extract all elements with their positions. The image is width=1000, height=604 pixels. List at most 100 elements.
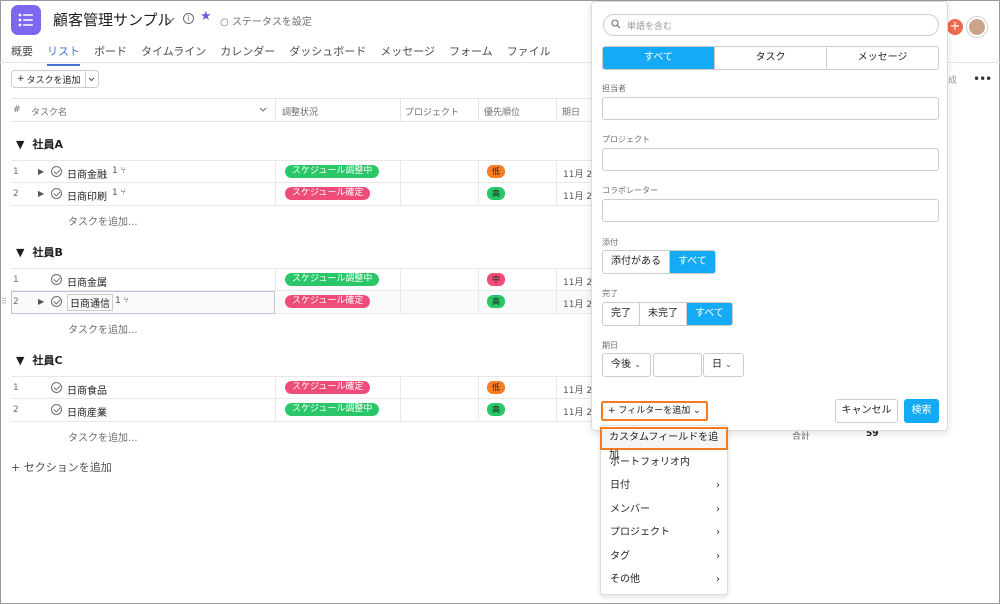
completion-done[interactable]: 完了 bbox=[603, 303, 639, 325]
task-name[interactable]: 日商印刷 bbox=[67, 188, 107, 203]
col-project[interactable]: プロジェクト bbox=[405, 105, 459, 118]
add-section-button[interactable]: + セクションを追加 bbox=[11, 459, 112, 475]
more-options-icon[interactable]: ••• bbox=[973, 72, 992, 86]
cancel-button[interactable]: キャンセル bbox=[835, 399, 898, 423]
caret-down-icon[interactable]: ▼ bbox=[16, 246, 24, 259]
menu-item-members[interactable]: メンバー › bbox=[601, 499, 727, 521]
add-filter-label: フィルターを追加 bbox=[618, 406, 691, 416]
priority-badge[interactable]: 低 bbox=[487, 165, 505, 178]
search-button[interactable]: 検索 bbox=[904, 399, 939, 423]
menu-item-portfolio[interactable]: ポートフォリオ内 bbox=[601, 452, 727, 474]
due-unit-select[interactable]: 日 ⌄ bbox=[703, 353, 744, 377]
search-icon bbox=[611, 18, 621, 32]
priority-badge[interactable]: 高 bbox=[487, 403, 505, 416]
assignee-field[interactable] bbox=[602, 97, 939, 120]
search-input[interactable]: 単語を含む bbox=[603, 14, 939, 36]
task-name[interactable]: 日商食品 bbox=[67, 382, 107, 397]
menu-item-tag[interactable]: タグ › bbox=[601, 546, 727, 568]
add-task-inline[interactable]: タスクを追加... bbox=[68, 429, 138, 444]
col-task-name[interactable]: タスク名 bbox=[31, 105, 67, 118]
expand-icon[interactable]: ▶ bbox=[38, 167, 44, 176]
task-name[interactable]: 日商金属 bbox=[67, 274, 107, 289]
status-badge[interactable]: スケジュール確定 bbox=[285, 187, 371, 200]
subtask-count: 1 ⑂ bbox=[115, 296, 129, 306]
row-number: 2 bbox=[13, 405, 19, 415]
add-plus-icon[interactable]: + bbox=[947, 19, 963, 35]
advanced-search-panel: 単語を含む すべて タスク メッセージ 担当者 プロジェクト コラボレーター 添… bbox=[591, 1, 948, 431]
due-range-select[interactable]: 今後 ⌄ bbox=[602, 353, 651, 377]
priority-badge[interactable]: 高 bbox=[487, 187, 505, 200]
completion-toggle: 完了 未完了 すべて bbox=[602, 302, 733, 326]
attachment-has[interactable]: 添付がある bbox=[603, 251, 669, 273]
col-due[interactable]: 期日 bbox=[562, 105, 580, 118]
complete-check-icon[interactable] bbox=[51, 296, 62, 307]
complete-check-icon[interactable] bbox=[51, 274, 62, 285]
status-badge[interactable]: スケジュール調整中 bbox=[285, 403, 380, 416]
completion-all[interactable]: すべて bbox=[686, 303, 732, 325]
set-status-button[interactable]: ○ ステータスを設定 bbox=[220, 13, 312, 28]
task-name[interactable]: 日商通信 bbox=[67, 294, 113, 311]
priority-badge[interactable]: 高 bbox=[487, 295, 505, 308]
tab-all[interactable]: すべて bbox=[603, 47, 714, 69]
tab-messages[interactable]: メッセージ bbox=[826, 47, 938, 69]
attachment-label: 添付 bbox=[602, 238, 618, 247]
attachment-all[interactable]: すべて bbox=[669, 251, 715, 273]
hidden-toolbar-text: 成 bbox=[948, 76, 958, 86]
section-header[interactable]: ▼ 社員A bbox=[16, 136, 63, 152]
col-priority[interactable]: 優先順位 bbox=[484, 105, 520, 118]
section-title: 社員C bbox=[32, 354, 63, 367]
info-icon[interactable]: i bbox=[183, 13, 194, 24]
plus-icon: + bbox=[17, 74, 25, 84]
add-task-button[interactable]: + タスクを追加 bbox=[11, 70, 99, 88]
menu-item-other[interactable]: その他 › bbox=[601, 569, 727, 591]
status-badge[interactable]: スケジュール確定 bbox=[285, 295, 371, 308]
row-number: 2 bbox=[13, 297, 19, 307]
drag-handle-icon[interactable]: ⠿ bbox=[1, 297, 7, 306]
avatar[interactable] bbox=[967, 17, 987, 37]
complete-check-icon[interactable] bbox=[51, 382, 62, 393]
chevron-down-icon[interactable] bbox=[259, 105, 267, 115]
expand-icon[interactable]: ▶ bbox=[38, 189, 44, 198]
project-title[interactable]: 顧客管理サンプル bbox=[53, 9, 173, 30]
caret-down-icon[interactable]: ▼ bbox=[16, 138, 24, 151]
project-list-icon[interactable] bbox=[11, 5, 41, 35]
task-name[interactable]: 日商産業 bbox=[67, 404, 107, 419]
collaborators-field[interactable] bbox=[602, 199, 939, 222]
menu-item-project[interactable]: プロジェクト › bbox=[601, 522, 727, 544]
section-header[interactable]: ▼ 社員C bbox=[16, 352, 63, 368]
add-task-inline[interactable]: タスクを追加... bbox=[68, 213, 138, 228]
collaborators-label: コラボレーター bbox=[602, 186, 658, 195]
priority-badge[interactable]: 低 bbox=[487, 381, 505, 394]
status-badge[interactable]: スケジュール調整中 bbox=[285, 273, 380, 286]
complete-check-icon[interactable] bbox=[51, 166, 62, 177]
due-label: 期日 bbox=[602, 341, 618, 350]
add-filter-button[interactable]: + フィルターを追加 ⌄ bbox=[601, 401, 708, 421]
chevron-down-icon: ⌄ bbox=[725, 360, 732, 369]
chevron-down-icon: ⌄ bbox=[634, 360, 641, 369]
project-field[interactable] bbox=[602, 148, 939, 171]
section-header[interactable]: ▼ 社員B bbox=[16, 244, 63, 260]
add-task-inline[interactable]: タスクを追加... bbox=[68, 321, 138, 336]
row-number: 1 bbox=[13, 167, 19, 177]
col-status[interactable]: 調整状況 bbox=[282, 105, 318, 118]
complete-check-icon[interactable] bbox=[51, 188, 62, 199]
status-badge[interactable]: スケジュール確定 bbox=[285, 381, 371, 394]
expand-icon[interactable]: ▶ bbox=[38, 297, 44, 306]
star-icon[interactable]: ★ bbox=[200, 9, 212, 24]
subtask-count: 1 ⑂ bbox=[112, 166, 126, 176]
task-name[interactable]: 日商金融 bbox=[67, 166, 107, 181]
status-label: ステータスを設定 bbox=[231, 17, 312, 28]
menu-item-custom-field[interactable]: カスタムフィールドを追加 bbox=[600, 427, 728, 461]
chevron-down-icon[interactable] bbox=[166, 13, 175, 26]
due-amount-input[interactable] bbox=[653, 353, 702, 377]
caret-down-icon[interactable]: ▼ bbox=[16, 354, 24, 367]
menu-item-date[interactable]: 日付 › bbox=[601, 475, 727, 497]
complete-check-icon[interactable] bbox=[51, 404, 62, 415]
tab-tasks[interactable]: タスク bbox=[714, 47, 826, 69]
plus-icon: + bbox=[608, 406, 616, 416]
add-task-dropdown[interactable] bbox=[84, 71, 98, 87]
status-badge[interactable]: スケジュール調整中 bbox=[285, 165, 380, 178]
section-title: 社員B bbox=[32, 246, 63, 259]
completion-undone[interactable]: 未完了 bbox=[639, 303, 686, 325]
priority-badge[interactable]: 中 bbox=[487, 273, 505, 286]
